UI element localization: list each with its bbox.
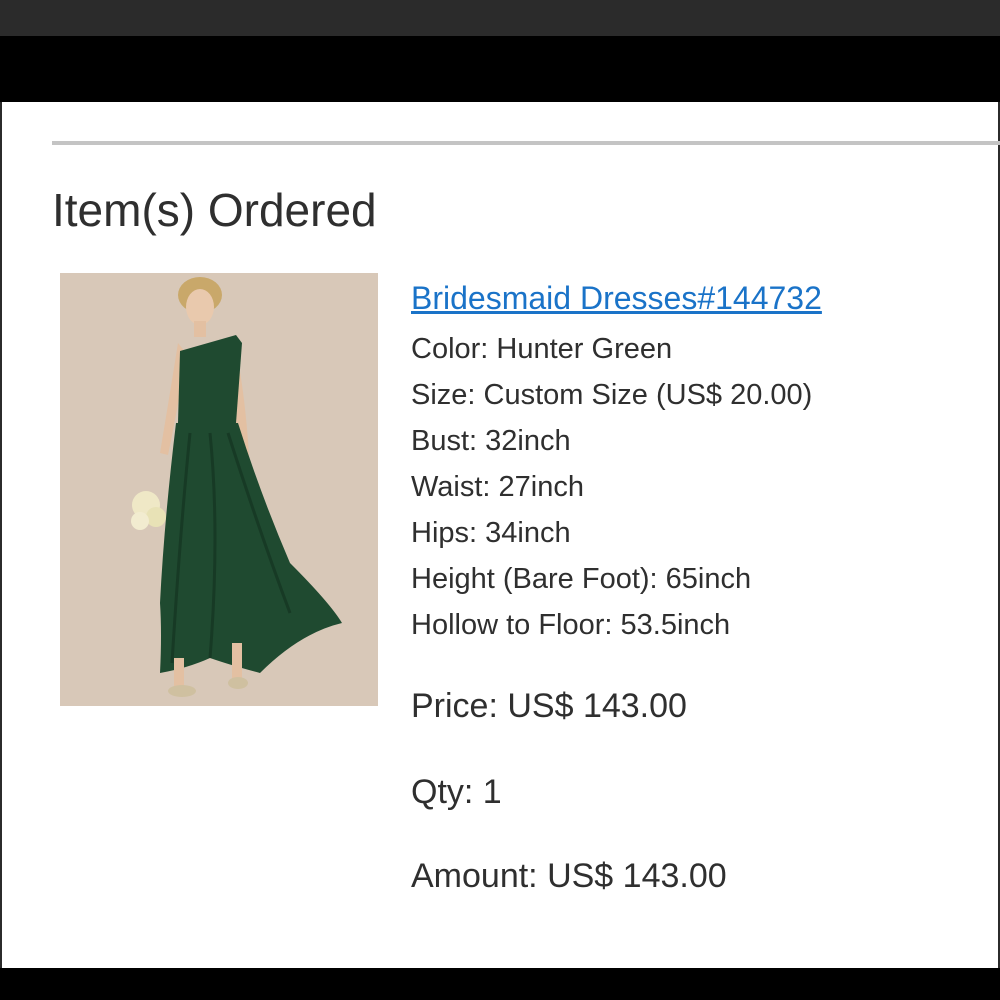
section-title: Item(s) Ordered [52, 184, 377, 236]
product-title-link[interactable]: Bridesmaid Dresses#144732 [411, 278, 822, 318]
product-image[interactable] [60, 273, 378, 706]
left-border [0, 102, 2, 968]
amount-text: Amount: US$ 143.00 [411, 857, 727, 895]
quantity-text: Qty: 1 [411, 773, 502, 811]
attribute-color: Color: Hunter Green [411, 333, 673, 365]
attribute-height: Height (Bare Foot): 65inch [411, 563, 752, 595]
top-black-bar [0, 36, 1000, 102]
bridesmaid-dress-photo [60, 273, 378, 706]
attribute-hips: Hips: 34inch [411, 517, 571, 549]
product-attributes-list: Color: Hunter Green Size: Custom Size (U… [411, 326, 812, 648]
section-divider [52, 141, 1000, 145]
price-text: Price: US$ 143.00 [411, 687, 687, 725]
attribute-hollow-to-floor: Hollow to Floor: 53.5inch [411, 609, 731, 641]
bottom-black-bar [0, 968, 1000, 1000]
attribute-waist: Waist: 27inch [411, 471, 584, 503]
top-status-strip [0, 0, 1000, 36]
attribute-size: Size: Custom Size (US$ 20.00) [411, 379, 813, 411]
attribute-bust: Bust: 32inch [411, 425, 571, 457]
